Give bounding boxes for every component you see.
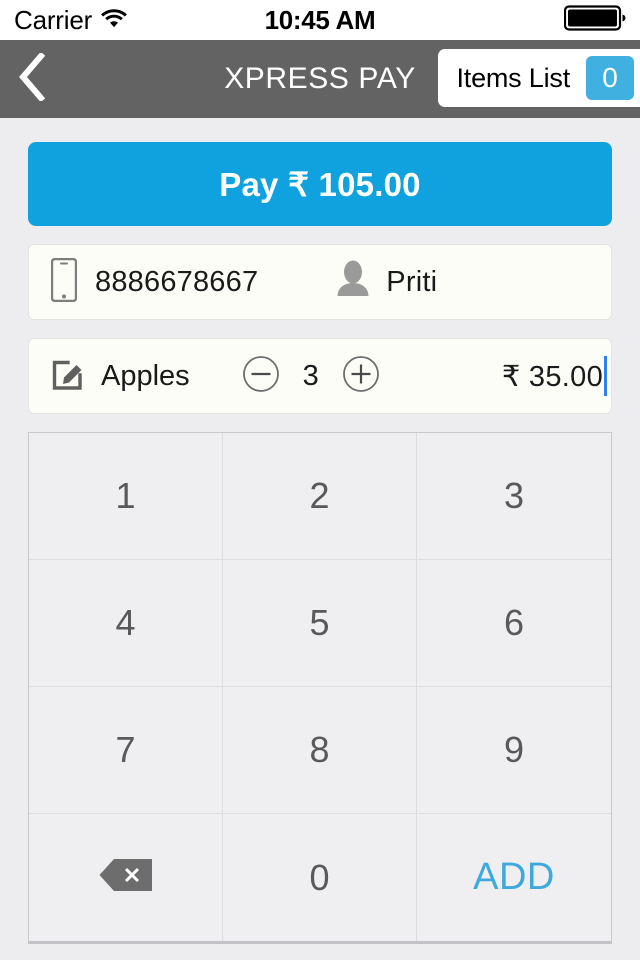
key-4-label: 4 (115, 602, 136, 643)
key-3-label: 3 (503, 475, 525, 516)
carrier-label: Carrier (14, 4, 93, 35)
wifi-icon (101, 8, 127, 33)
item-price-value: ₹ 35.00 (501, 360, 603, 393)
pay-button[interactable]: Pay ₹ 105.00 (28, 142, 612, 226)
items-list-label: Items List (456, 62, 570, 93)
item-price-field[interactable]: ₹ 35.00 (502, 356, 611, 396)
customer-card[interactable]: 8886678667 Priti (28, 244, 612, 320)
items-list-button[interactable]: Items List 0 (438, 49, 640, 107)
key-8-label: 8 (309, 729, 330, 770)
item-name-group[interactable]: Apples (29, 356, 190, 397)
key-0-label: 0 (309, 856, 330, 898)
item-quantity-value: 3 (302, 359, 319, 392)
person-icon (336, 260, 370, 305)
key-1-label: 1 (115, 475, 136, 516)
key-0[interactable]: 0 (223, 814, 417, 941)
key-5[interactable]: 5 (223, 560, 417, 687)
numeric-keypad: 1 2 3 4 5 6 7 8 9 0 ADD (28, 432, 612, 944)
key-add[interactable]: ADD (417, 814, 611, 941)
customer-name-value: Priti (386, 265, 438, 298)
battery-full-icon (563, 4, 626, 36)
key-2-label: 2 (309, 475, 330, 516)
key-1[interactable]: 1 (29, 433, 223, 560)
key-4[interactable]: 4 (29, 560, 223, 687)
quantity-stepper[interactable]: 3 (242, 355, 380, 398)
back-button[interactable] (0, 40, 64, 118)
key-7-label: 7 (115, 729, 136, 770)
customer-name-group[interactable]: Priti (336, 260, 437, 305)
key-2[interactable]: 2 (223, 433, 417, 560)
key-8[interactable]: 8 (223, 687, 417, 814)
key-9-label: 9 (503, 729, 525, 770)
smartphone-icon (50, 257, 78, 307)
key-add-label: ADD (473, 856, 555, 898)
key-backspace[interactable] (29, 814, 223, 941)
edit-pencil-icon[interactable] (51, 356, 87, 397)
xpress-pay-screen: Carrier 10:45 AM XPRESS PAY Items List 0… (0, 0, 640, 960)
customer-phone-group[interactable]: 8886678667 (29, 257, 259, 307)
key-3[interactable]: 3 (417, 433, 611, 560)
key-7[interactable]: 7 (29, 687, 223, 814)
text-cursor (604, 356, 607, 396)
customer-phone-value: 8886678667 (95, 265, 259, 298)
items-list-count-badge: 0 (586, 56, 634, 100)
status-bar-right (563, 4, 626, 36)
backspace-icon (99, 858, 153, 897)
key-6[interactable]: 6 (417, 560, 611, 687)
nav-bar: XPRESS PAY Items List 0 (0, 40, 640, 118)
plus-circle-icon[interactable] (342, 355, 380, 398)
chevron-left-icon (17, 51, 47, 106)
key-5-label: 5 (309, 602, 330, 643)
main-content: Pay ₹ 105.00 8886678667 Priti Apples 3 ₹… (0, 142, 640, 414)
status-bar-left: Carrier (14, 5, 127, 36)
minus-circle-icon[interactable] (242, 355, 280, 398)
pay-button-label: Pay ₹ 105.00 (219, 165, 421, 203)
item-name-value: Apples (101, 359, 190, 392)
key-6-label: 6 (503, 602, 525, 643)
item-card[interactable]: Apples 3 ₹ 35.00 (28, 338, 612, 414)
status-bar: Carrier 10:45 AM (0, 0, 640, 40)
key-9[interactable]: 9 (417, 687, 611, 814)
